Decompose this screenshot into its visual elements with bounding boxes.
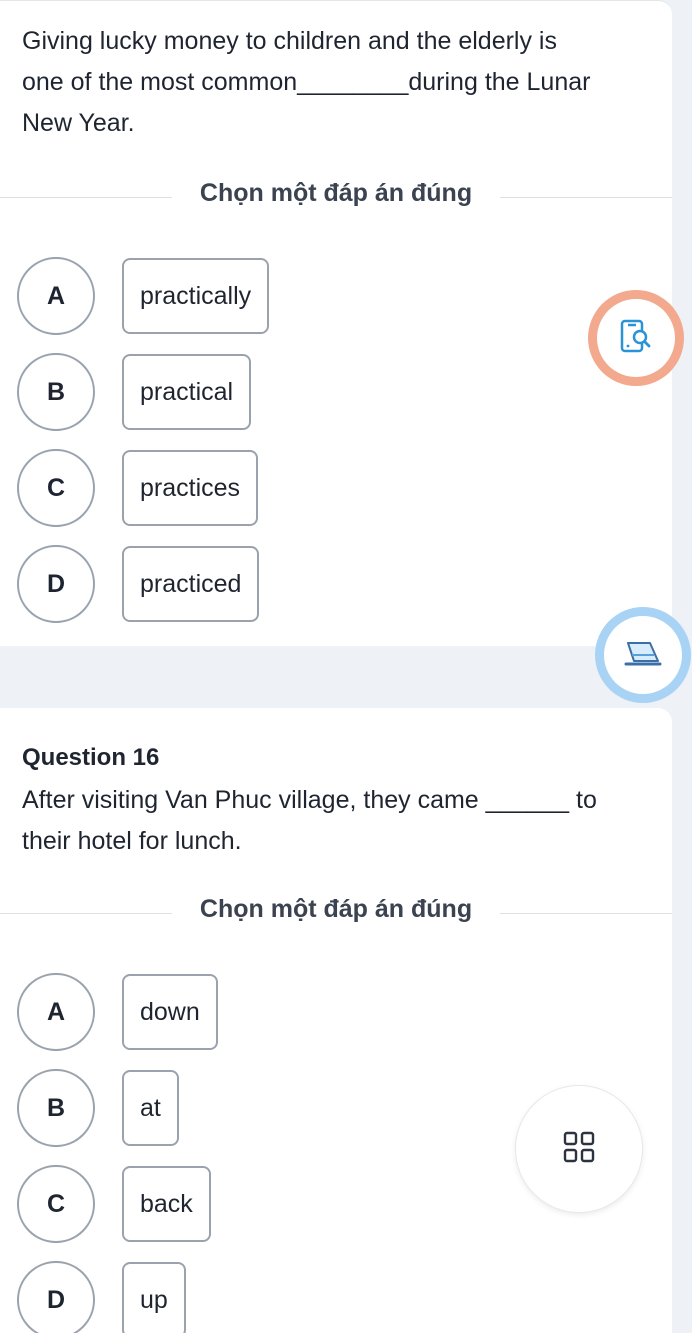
option-letter: A xyxy=(17,257,95,335)
option-c[interactable]: C back xyxy=(17,1165,211,1243)
grid-icon xyxy=(562,1130,596,1169)
page: Giving lucky money to children and the e… xyxy=(0,0,692,1333)
option-b[interactable]: B at xyxy=(17,1069,179,1147)
menu-fab-button[interactable] xyxy=(515,1085,643,1213)
option-letter: B xyxy=(17,353,95,431)
option-text: practices xyxy=(122,450,259,526)
option-letter: C xyxy=(17,1165,95,1243)
option-d[interactable]: D up xyxy=(17,1261,186,1333)
question-text-part: during the Lunar xyxy=(408,68,591,96)
question-text-part: After visiting Van Phuc village, they ca… xyxy=(22,786,479,814)
write-fab-inner xyxy=(604,616,682,694)
question-text: Giving lucky money to children and the e… xyxy=(22,21,652,144)
search-fab-inner xyxy=(597,299,675,377)
question-text-line: one of the most common________during the… xyxy=(22,62,652,103)
answer-blank: ________ xyxy=(297,68,409,96)
option-letter: C xyxy=(17,449,95,527)
question-text-line: their hotel for lunch. xyxy=(22,827,242,855)
option-text: back xyxy=(122,1166,211,1242)
answer-blank: ______ xyxy=(485,786,570,814)
option-letter: A xyxy=(17,973,95,1051)
option-text: practical xyxy=(122,354,252,430)
write-fab-button[interactable] xyxy=(595,607,691,703)
instruction-label: Chọn một đáp án đúng xyxy=(171,895,501,924)
instruction-divider: Chọn một đáp án đúng xyxy=(0,179,672,208)
question-text-line: After visiting Van Phuc village, they ca… xyxy=(22,780,652,821)
option-text: practically xyxy=(122,258,270,334)
question-text-line: New Year. xyxy=(22,109,135,137)
option-letter: B xyxy=(17,1069,95,1147)
instruction-divider: Chọn một đáp án đúng xyxy=(0,895,672,924)
option-d[interactable]: D practiced xyxy=(17,545,260,623)
instruction-label: Chọn một đáp án đúng xyxy=(171,179,501,208)
question-text-part: to xyxy=(576,786,597,814)
question-card-16: Question 16 After visiting Van Phuc vill… xyxy=(0,708,672,1333)
option-text: at xyxy=(122,1070,179,1146)
option-text: down xyxy=(122,974,218,1050)
pen-icon xyxy=(620,633,666,678)
question-text-part: one of the most common xyxy=(22,68,298,96)
question-text-line: Giving lucky money to children and the e… xyxy=(22,27,557,55)
question-title: Question 16 xyxy=(22,744,160,771)
question-text: After visiting Van Phuc village, they ca… xyxy=(22,780,652,862)
search-fab-button[interactable] xyxy=(588,290,684,386)
phone-search-icon xyxy=(616,316,656,361)
option-a[interactable]: A down xyxy=(17,973,218,1051)
option-b[interactable]: B practical xyxy=(17,353,252,431)
option-text: up xyxy=(122,1262,186,1333)
option-c[interactable]: C practices xyxy=(17,449,259,527)
question-card-15: Giving lucky money to children and the e… xyxy=(0,0,672,646)
option-letter: D xyxy=(17,545,95,623)
option-a[interactable]: A practically xyxy=(17,257,270,335)
option-text: practiced xyxy=(122,546,260,622)
option-letter: D xyxy=(17,1261,95,1333)
